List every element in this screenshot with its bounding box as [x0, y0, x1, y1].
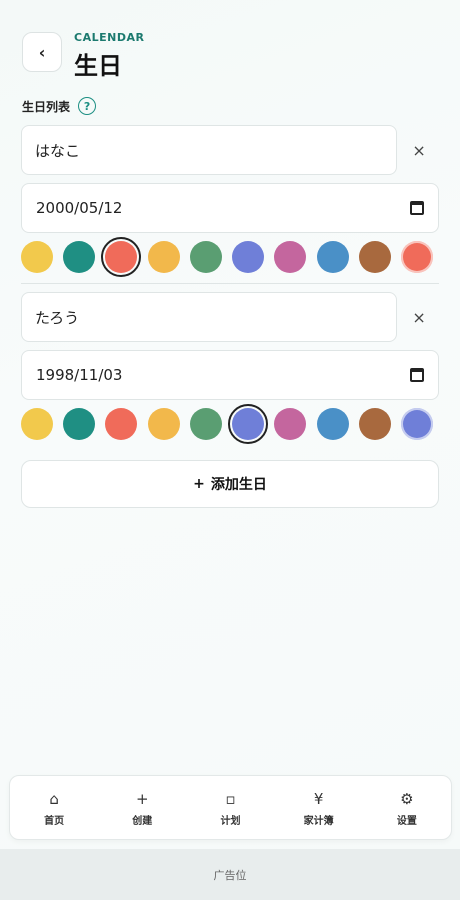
name-input[interactable]: はなこ: [21, 125, 398, 175]
color-swatch[interactable]: [63, 408, 96, 440]
color-swatch[interactable]: [228, 404, 269, 444]
color-swatch[interactable]: [316, 241, 349, 273]
color-swatch[interactable]: [189, 408, 222, 440]
nav-item-settings[interactable]: ⚙ 设置: [367, 789, 447, 827]
yen-icon: ¥: [313, 789, 324, 808]
page-title: 生日: [74, 52, 122, 80]
date-input[interactable]: 2000/05/12: [21, 183, 439, 233]
section-label: 生日列表 ?: [22, 97, 97, 115]
calendar-icon[interactable]: [410, 368, 424, 382]
custom-color-picker[interactable]: [400, 408, 433, 440]
custom-color-picker[interactable]: [400, 241, 433, 273]
nav-item-plan[interactable]: ▫ 计划: [190, 789, 270, 827]
chevron-left-icon: ‹: [38, 42, 46, 62]
entry-divider: [21, 283, 439, 284]
nav-label: 计划: [220, 815, 241, 827]
color-swatch[interactable]: [274, 408, 307, 440]
color-swatches: [21, 404, 433, 444]
color-swatch[interactable]: [358, 241, 391, 273]
plus-icon: +: [193, 476, 205, 492]
date-input[interactable]: 1998/11/03: [21, 350, 439, 400]
date-value: 2000/05/12: [36, 199, 123, 217]
back-button[interactable]: ‹: [22, 32, 62, 72]
add-birthday-button[interactable]: + 添加生日: [21, 460, 439, 508]
page-kicker: CALENDAR: [74, 31, 145, 44]
color-swatches: [21, 237, 433, 277]
ad-banner: 广告位: [0, 849, 460, 900]
color-swatch[interactable]: [316, 408, 349, 440]
ad-label: 广告位: [213, 868, 247, 882]
date-value: 1998/11/03: [36, 366, 123, 384]
color-swatch[interactable]: [101, 237, 142, 277]
color-swatch[interactable]: [358, 408, 391, 440]
color-swatch[interactable]: [63, 241, 96, 273]
birthday-entry-1: はなこ × 2000/05/12: [21, 125, 439, 277]
calendar-icon[interactable]: [410, 201, 424, 215]
nav-label: 设置: [396, 815, 417, 827]
header: ‹ CALENDAR 生日: [22, 31, 144, 81]
nav-item-create[interactable]: + 创建: [102, 789, 182, 827]
home-icon: ⌂: [49, 789, 59, 808]
title-wrap: CALENDAR 生日: [74, 31, 144, 81]
nav-label: 家计簿: [303, 815, 334, 827]
add-birthday-label: 添加生日: [210, 477, 267, 493]
color-swatch[interactable]: [189, 241, 222, 273]
color-swatch[interactable]: [21, 408, 53, 440]
birthday-entry-2: たろう × 1998/11/03: [21, 292, 439, 444]
nav-item-home[interactable]: ⌂ 首页: [14, 789, 94, 827]
color-swatch[interactable]: [274, 241, 307, 273]
nav-label: 创建: [132, 815, 153, 827]
bottom-nav: ⌂ 首页 + 创建 ▫ 计划 ¥ 家计簿 ⚙ 设置: [9, 775, 452, 840]
color-swatch[interactable]: [147, 241, 180, 273]
remove-button[interactable]: ×: [399, 308, 439, 327]
color-swatch[interactable]: [105, 408, 138, 440]
square-icon: ▫: [225, 789, 236, 808]
nav-label: 首页: [44, 815, 65, 827]
name-input[interactable]: たろう: [21, 292, 398, 342]
nav-item-budget[interactable]: ¥ 家计簿: [279, 789, 359, 827]
gear-icon: ⚙: [400, 789, 414, 808]
remove-button[interactable]: ×: [399, 141, 439, 160]
color-swatch[interactable]: [232, 241, 265, 273]
section-title: 生日列表: [22, 99, 71, 114]
color-swatch[interactable]: [147, 408, 180, 440]
color-swatch[interactable]: [21, 241, 53, 273]
plus-icon: +: [135, 789, 149, 808]
help-icon[interactable]: ?: [78, 97, 97, 115]
